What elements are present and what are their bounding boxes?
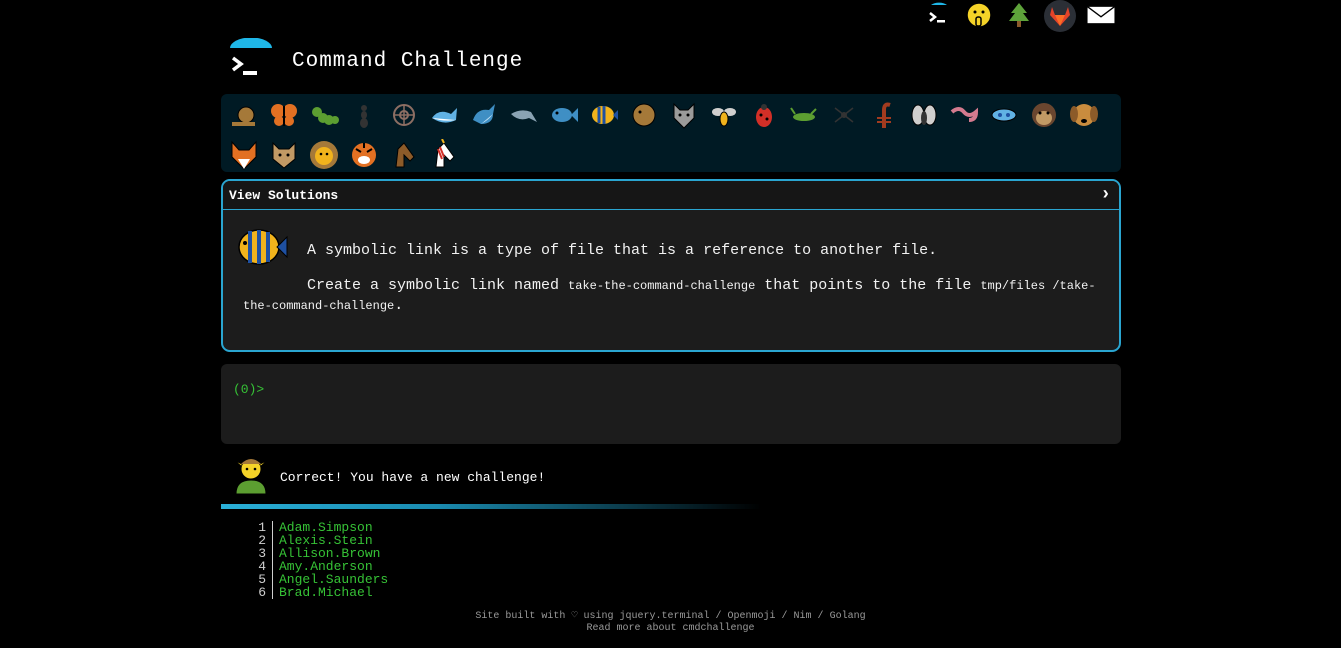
fox-icon[interactable] <box>227 138 261 172</box>
about-link[interactable]: cmdchallenge <box>683 623 755 634</box>
list-item: 6 Brad.Michael <box>252 586 388 599</box>
elf-icon <box>232 454 270 501</box>
success-banner: Correct! You have a new challenge! <box>232 454 545 501</box>
openmoji-link[interactable]: Openmoji <box>728 611 776 622</box>
microbe-icon[interactable] <box>987 98 1021 132</box>
worm-icon[interactable] <box>947 98 981 132</box>
tropical-fish-icon <box>235 222 289 272</box>
challenge-task: Create a symbolic link named take-the-co… <box>243 277 1096 314</box>
wolf-icon[interactable] <box>667 98 701 132</box>
unicorn-icon[interactable] <box>427 138 461 172</box>
leaderboard: 1 Adam.Simpson 2 Alexis.Stein 3 Allison.Bro… <box>252 521 388 599</box>
horse-icon[interactable] <box>387 138 421 172</box>
scorpion-icon[interactable] <box>867 98 901 132</box>
challenge-panel: View Solutions › A symbolic link is a ty… <box>221 179 1121 352</box>
shell-icon[interactable] <box>387 98 421 132</box>
lion-icon[interactable] <box>307 138 341 172</box>
butterfly-icon[interactable] <box>267 98 301 132</box>
spider-icon[interactable] <box>827 98 861 132</box>
site-header: Command Challenge <box>228 37 524 84</box>
progress-divider <box>221 504 761 509</box>
nim-link[interactable]: Nim <box>794 611 812 622</box>
fly-icon[interactable] <box>907 98 941 132</box>
jquery-terminal-link[interactable]: jquery.terminal <box>619 611 709 622</box>
envelope-icon[interactable] <box>1086 0 1116 30</box>
whale-icon[interactable] <box>427 98 461 132</box>
tree-icon[interactable] <box>1004 0 1034 30</box>
ant-icon[interactable] <box>347 98 381 132</box>
tropical-fish-icon[interactable] <box>587 98 621 132</box>
strip-row-1 <box>221 98 1101 132</box>
link-name-code: take-the-command-challenge <box>568 279 756 293</box>
strip-row-2 <box>221 138 461 172</box>
blowfish-icon[interactable] <box>627 98 661 132</box>
ladybug-icon[interactable] <box>747 98 781 132</box>
gitlab-icon[interactable] <box>1044 0 1076 32</box>
caterpillar-icon[interactable] <box>307 98 341 132</box>
footer-credits: Site built with ♡ using jquery.terminal … <box>475 611 866 622</box>
footer: Site built with ♡ using jquery.terminal … <box>0 611 1341 635</box>
user-link[interactable]: Brad.Michael <box>273 586 373 599</box>
tiger-icon[interactable] <box>347 138 381 172</box>
view-solutions-label: View Solutions <box>229 187 339 203</box>
challenge-intro: A symbolic link is a type of file that i… <box>307 242 938 259</box>
snail-icon[interactable] <box>227 98 261 132</box>
terminal[interactable]: (0)> <box>221 364 1121 444</box>
cricket-icon[interactable] <box>787 98 821 132</box>
view-solutions-toggle[interactable]: View Solutions › <box>223 181 1119 210</box>
logo-icon[interactable] <box>228 37 274 84</box>
dolphin-icon[interactable] <box>507 98 541 132</box>
dog-icon[interactable] <box>1067 98 1101 132</box>
monkey-icon[interactable] <box>1027 98 1061 132</box>
success-message: Correct! You have a new challenge! <box>280 470 546 485</box>
footer-about: Read more about cmdchallenge <box>586 623 755 634</box>
terminal-icon[interactable] <box>924 0 954 30</box>
chevron-right-icon: › <box>1100 185 1111 205</box>
golang-link[interactable]: Golang <box>830 611 866 622</box>
challenge-strip <box>221 94 1121 172</box>
terminal-prompt[interactable]: (0)> <box>233 382 264 397</box>
cat-icon[interactable] <box>267 138 301 172</box>
top-icon-bar <box>924 0 1116 32</box>
shush-face-icon[interactable] <box>964 0 994 30</box>
bee-icon[interactable] <box>707 98 741 132</box>
fish-icon[interactable] <box>547 98 581 132</box>
page-title: Command Challenge <box>292 49 524 73</box>
shark-icon[interactable] <box>467 98 501 132</box>
